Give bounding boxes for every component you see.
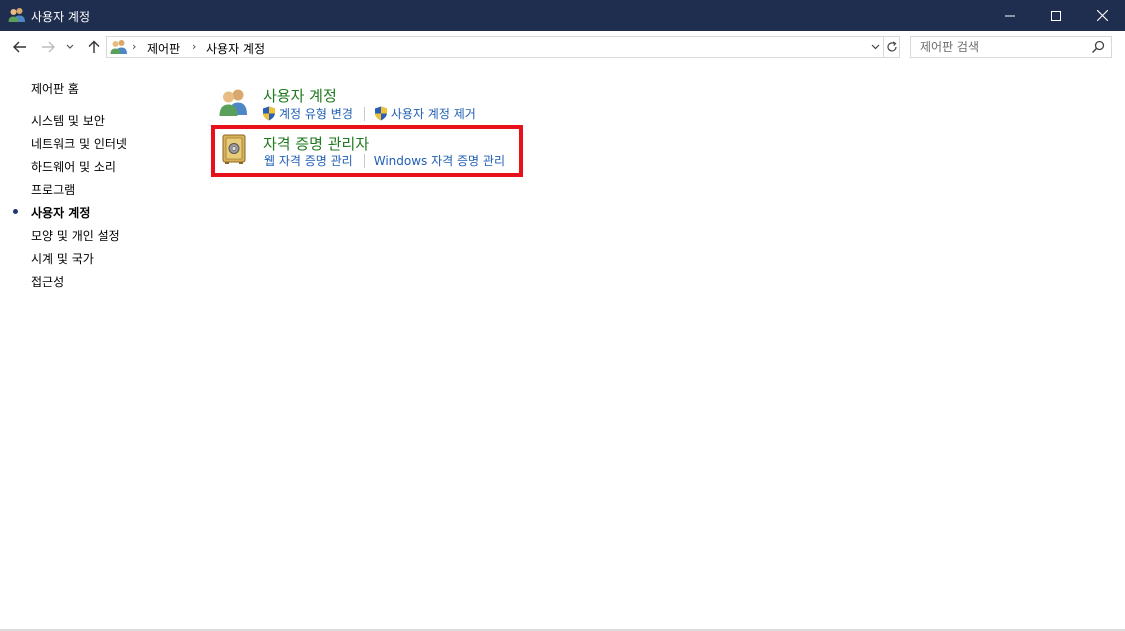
recent-locations-button[interactable] [63, 37, 77, 57]
sidebar-home-link[interactable]: 제어판 홈 [31, 80, 79, 97]
users-icon [8, 7, 26, 23]
close-icon [1096, 10, 1108, 21]
search-box[interactable] [910, 36, 1112, 58]
close-button[interactable] [1079, 0, 1125, 31]
change-account-type-link[interactable]: 계정 유형 변경 [262, 105, 353, 122]
search-input[interactable] [912, 38, 1088, 56]
maximize-button[interactable] [1033, 0, 1079, 31]
refresh-icon [886, 41, 897, 52]
sidebar-item-clock-region[interactable]: 시계 및 국가 [31, 250, 94, 267]
breadcrumb-user-accounts[interactable]: 사용자 계정 [206, 40, 265, 57]
link-separator [363, 106, 365, 121]
arrow-up-icon [88, 40, 100, 53]
chevron-right-icon: › [132, 40, 137, 53]
users-icon[interactable] [218, 86, 250, 118]
arrow-left-icon [13, 41, 26, 53]
active-bullet [13, 209, 18, 214]
shield-icon [263, 106, 275, 121]
up-button[interactable] [84, 37, 104, 57]
remove-user-account-link[interactable]: 사용자 계정 제거 [374, 105, 476, 122]
title-bar: 사용자 계정 [0, 0, 1125, 31]
sidebar-item-user-accounts[interactable]: 사용자 계정 [31, 204, 90, 221]
change-account-type-label: 계정 유형 변경 [279, 107, 353, 121]
chevron-right-icon: › [192, 40, 197, 53]
sidebar-item-appearance[interactable]: 모양 및 개인 설정 [31, 227, 120, 244]
category-links-user-accounts: 계정 유형 변경 사용자 계정 제거 [262, 105, 476, 122]
sidebar-item-programs[interactable]: 프로그램 [31, 181, 75, 198]
sidebar-item-system-security[interactable]: 시스템 및 보안 [31, 112, 105, 129]
sidebar-item-accessibility[interactable]: 접근성 [31, 273, 64, 290]
refresh-button[interactable] [883, 37, 899, 57]
arrow-right-icon [42, 41, 55, 53]
address-bar[interactable]: › 제어판 › 사용자 계정 [106, 36, 900, 58]
breadcrumb-control-panel[interactable]: 제어판 [147, 40, 180, 57]
shield-icon [374, 106, 387, 121]
back-button[interactable] [10, 37, 30, 57]
forward-button[interactable] [38, 37, 58, 57]
search-icon[interactable] [1091, 40, 1105, 54]
remove-user-account-label: 사용자 계정 제거 [390, 107, 476, 121]
highlight-box [211, 125, 523, 177]
users-icon [110, 39, 128, 55]
navigation-bar: › 제어판 › 사용자 계정 [0, 31, 1125, 63]
window-title: 사용자 계정 [31, 10, 91, 24]
chevron-down-icon [66, 44, 74, 49]
category-title-user-accounts[interactable]: 사용자 계정 [263, 85, 337, 106]
chevron-down-icon [871, 44, 879, 50]
address-dropdown-button[interactable] [867, 37, 883, 57]
maximize-icon [1051, 10, 1061, 21]
sidebar: 제어판 홈 시스템 및 보안 네트워크 및 인터넷 하드웨어 및 소리 프로그램… [0, 63, 200, 623]
minimize-icon [1005, 15, 1015, 16]
sidebar-item-hardware-sound[interactable]: 하드웨어 및 소리 [31, 158, 116, 175]
minimize-button[interactable] [987, 0, 1033, 31]
sidebar-item-network-internet[interactable]: 네트워크 및 인터넷 [31, 135, 127, 152]
